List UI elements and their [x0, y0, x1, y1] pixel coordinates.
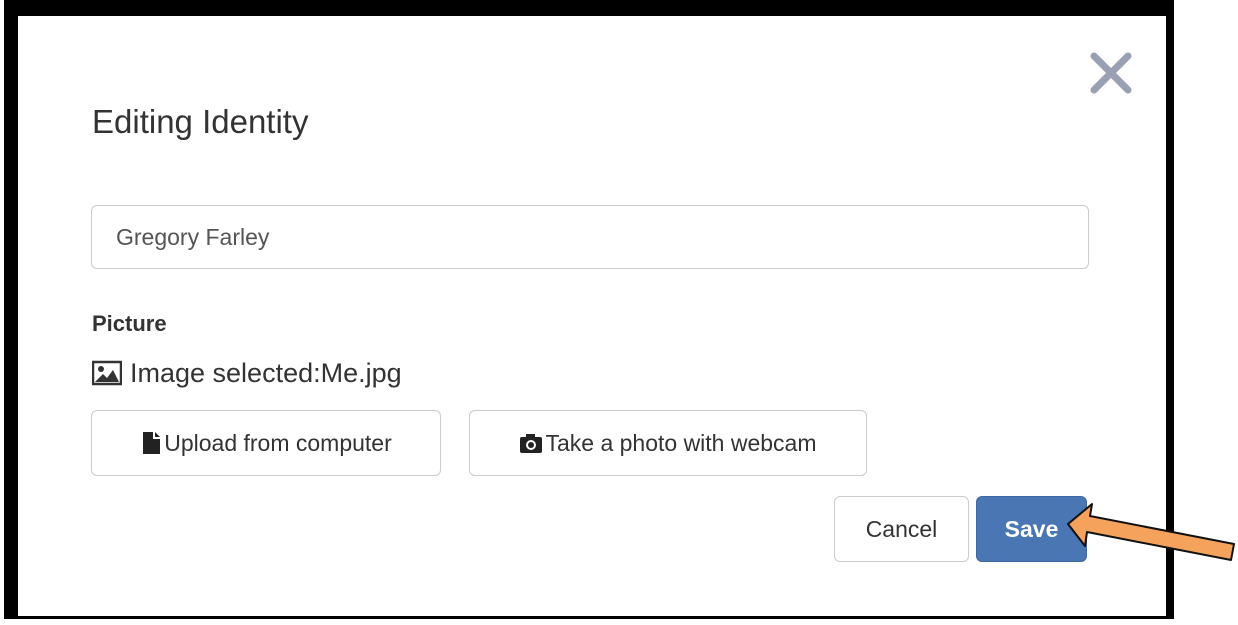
image-selected-status: Image selected:Me.jpg	[92, 356, 402, 390]
picture-label: Picture	[92, 311, 167, 336]
cancel-button[interactable]: Cancel	[834, 496, 969, 562]
image-selected-text: Image selected:Me.jpg	[130, 357, 402, 388]
file-icon	[143, 432, 161, 454]
upload-button-label: Upload from computer	[164, 429, 392, 456]
dialog-title: Editing Identity	[92, 103, 309, 140]
upload-from-computer-button[interactable]: Upload from computer	[91, 410, 441, 476]
webcam-button-label: Take a photo with webcam	[545, 429, 817, 456]
identity-name-input[interactable]	[91, 205, 1089, 269]
arrow-icon	[1067, 503, 1235, 561]
picture-icon	[92, 360, 122, 386]
edit-identity-dialog: Editing Identity Picture Image selected:…	[18, 16, 1166, 616]
camera-icon	[520, 434, 543, 453]
take-photo-webcam-button[interactable]: Take a photo with webcam	[469, 410, 867, 476]
close-icon[interactable]	[1088, 50, 1134, 96]
